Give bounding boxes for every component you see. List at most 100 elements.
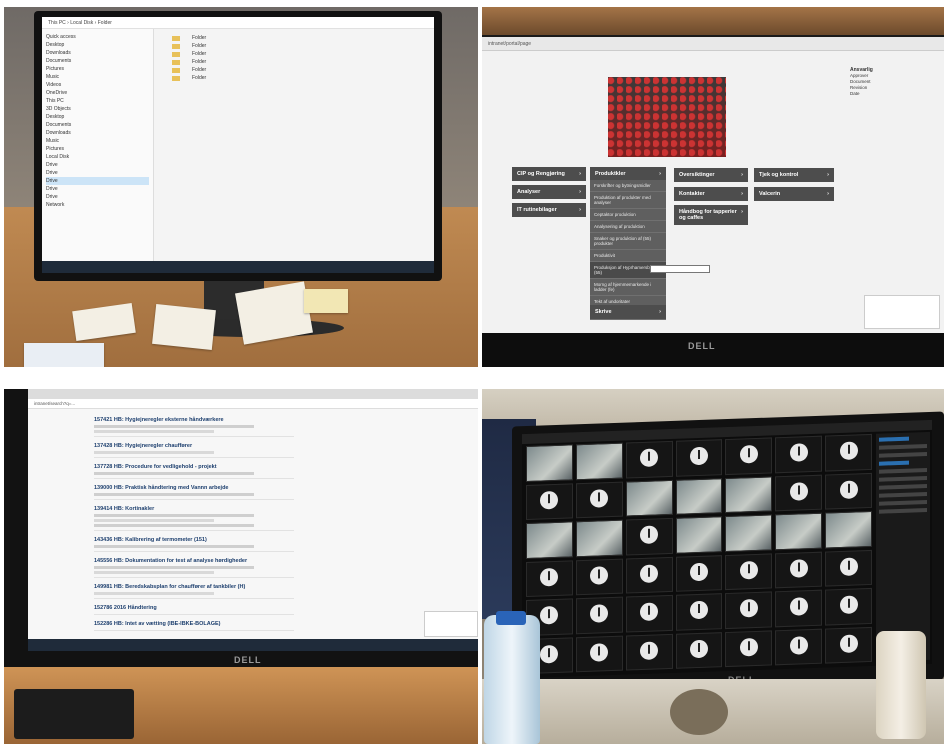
photo-search-results: intranet/search?q=... 157421 HB: Hygiejn… [4,389,478,744]
tile-it[interactable]: IT rutinebilager › [512,203,586,217]
folder-icon [172,36,180,41]
camera-feed[interactable] [675,477,723,515]
camera-placeholder[interactable] [575,481,623,519]
camera-placeholder[interactable] [625,440,673,479]
search-result[interactable]: 137728 HB: Procedure for vedligehold - p… [94,464,294,479]
menu-item[interactable]: Produktion af produkter med analyser [590,192,666,209]
camera-placeholder[interactable] [775,474,823,512]
camera-offline-icon [839,557,858,576]
tile-valcerin[interactable]: Valcerin › [754,187,834,201]
menu-item[interactable]: Analysering af produktion [590,221,666,233]
camera-placeholder[interactable] [725,591,773,629]
camera-placeholder[interactable] [775,628,823,666]
hero-image [608,77,726,157]
menu-item[interactable]: Produktivit [590,250,666,262]
camera-placeholder[interactable] [775,551,823,589]
file-list: Folder Folder Folder Folder Folder Folde… [172,35,422,83]
tile-haandbog[interactable]: Håndbog for tapperier og caffes › [674,205,748,225]
menu-item[interactable]: Ceptaktor produktion [590,209,666,221]
camera-placeholder[interactable] [825,433,872,472]
tile-skrive[interactable]: Skrive › [590,305,666,319]
folder-icon [172,52,180,57]
camera-placeholder[interactable] [675,631,723,669]
camera-placeholder[interactable] [575,635,623,673]
link-tooltip [650,265,710,273]
notification-popup[interactable] [424,611,478,637]
camera-offline-icon [540,490,559,510]
camera-placeholder[interactable] [526,482,573,521]
menu-item[interactable]: Forskrifter og bytningsmidler [590,180,666,192]
tile-tjek[interactable]: Tjek og kontrol › [754,168,834,182]
camera-offline-icon [590,604,609,623]
address-bar[interactable]: intranet/search?q=... [28,399,478,409]
nav-item: Drive [46,162,58,168]
camera-placeholder[interactable] [725,552,773,591]
nav-item: Downloads [46,50,71,56]
file-row: Folder [172,75,422,83]
intranet-browser: intranet/portal/page Ansvarlig Approver Do… [482,37,944,347]
camera-placeholder[interactable] [825,626,872,664]
paper-note [152,303,216,351]
camera-offline-icon [540,644,559,664]
search-result[interactable]: 152286 HB: Intet av vætting (IBE-IBKE-BO… [94,621,294,631]
camera-placeholder[interactable] [625,517,673,556]
search-results-list: 157421 HB: Hygiejneregler eksterne håndv… [94,417,294,637]
camera-placeholder[interactable] [675,439,723,477]
camera-placeholder[interactable] [825,549,872,587]
notification-popup[interactable] [864,295,940,329]
camera-feed[interactable] [775,512,823,550]
camera-feed[interactable] [725,475,773,514]
search-result[interactable]: 157421 HB: Hygiejneregler eksterne håndv… [94,417,294,437]
camera-grid [526,433,872,675]
camera-placeholder[interactable] [625,633,673,671]
camera-feed[interactable] [575,442,623,480]
tile-produktkler[interactable]: Produktkler › [590,167,666,181]
camera-placeholder[interactable] [625,594,673,633]
camera-placeholder[interactable] [725,437,773,475]
camera-placeholder[interactable] [675,554,723,592]
camera-offline-icon [640,602,659,622]
camera-placeholder[interactable] [725,629,773,668]
camera-placeholder[interactable] [825,472,872,510]
menu-item[interactable]: Snaker og produktion af (55) produkter [590,233,666,250]
browser-tabbar [28,389,478,399]
search-result[interactable]: 139414 HB: Kortinakler [94,506,294,531]
camera-feed[interactable] [725,514,773,552]
search-result[interactable]: 145556 HB: Dokumentation for test af ana… [94,558,294,578]
camera-placeholder[interactable] [526,559,573,598]
search-result[interactable]: 139000 HB: Praktisk håndtering med Vannn… [94,485,294,500]
camera-placeholder[interactable] [575,558,623,596]
camera-offline-icon [789,635,808,655]
camera-placeholder[interactable] [775,435,823,473]
camera-offline-icon [590,565,609,585]
camera-feed[interactable] [675,516,723,554]
camera-feed[interactable] [825,510,872,549]
nav-item-selected: Drive [46,177,149,185]
camera-placeholder[interactable] [825,587,872,626]
camera-placeholder[interactable] [675,593,723,631]
camera-feed[interactable] [575,519,623,557]
tile-oversiktinger[interactable]: Oversiktinger › [674,168,748,182]
photo-camera-grid: DELL [482,389,944,744]
tile-analyser[interactable]: Analyser › [512,185,586,199]
camera-placeholder[interactable] [625,556,673,594]
tile-cip[interactable]: CIP og Rengjøring › [512,167,586,181]
search-result[interactable]: 149981 HB: Beredskabsplan for chauffører… [94,584,294,599]
camera-placeholder[interactable] [575,596,623,634]
camera-feed[interactable] [526,521,573,559]
tile-kontakter[interactable]: Kontakter › [674,187,748,201]
search-result[interactable]: 143436 HB: Kalibrering af termometer (15… [94,537,294,552]
camera-feed[interactable] [526,444,573,482]
monitor-brand-logo: DELL [688,341,716,351]
search-result[interactable]: 152786 2016 Håndtering [94,605,294,615]
camera-placeholder[interactable] [775,589,823,627]
search-result[interactable]: 137428 HB: Hygiejneregler chauffører [94,443,294,458]
camera-offline-icon [590,488,609,508]
nav-item: Pictures [46,66,65,72]
windows-taskbar [28,639,478,651]
camera-offline-icon [689,600,708,620]
menu-item[interactable]: Morng af hjemmemarkende i ladder (fe) [590,279,666,296]
sticky-note [304,289,348,313]
camera-feed[interactable] [625,479,673,517]
address-bar[interactable]: intranet/portal/page [482,37,944,51]
